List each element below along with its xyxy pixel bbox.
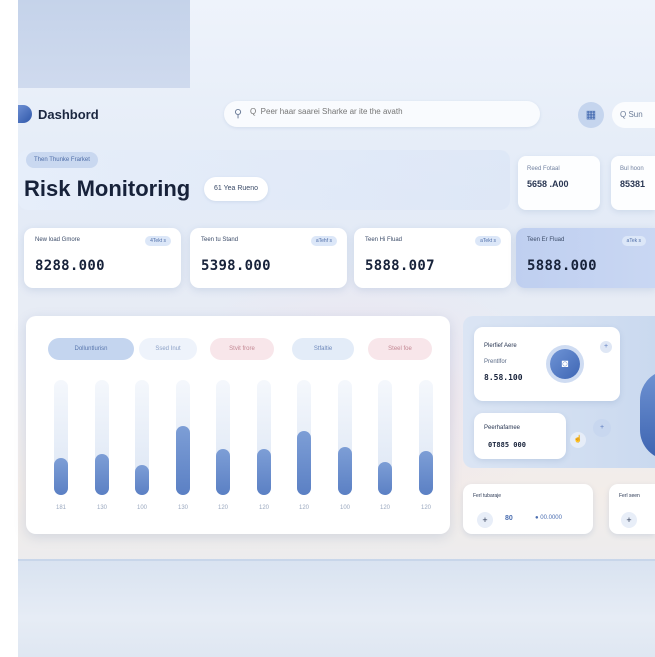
stat-value: 8288.000: [35, 258, 105, 274]
bar[interactable]: [378, 462, 392, 495]
chart-filter-tab[interactable]: Stvit frore: [210, 338, 274, 360]
stat-value: 5888.007: [365, 258, 435, 274]
card-title: Peerhafamee: [484, 425, 521, 431]
search-bar[interactable]: ⚲: [224, 101, 540, 127]
stat-label: Teen Hi Fluad: [365, 237, 403, 243]
search-input[interactable]: [250, 107, 530, 116]
mini-card-value: 5658 .A00: [527, 179, 569, 189]
card-value: 0T885 000: [488, 441, 526, 449]
add-icon[interactable]: +: [593, 419, 611, 437]
bottom-band: [18, 560, 655, 657]
x-tick-label: 120: [298, 505, 309, 511]
bar[interactable]: [419, 451, 433, 495]
brand-name: Dashbord: [38, 107, 99, 122]
stat-badge: aTekt s: [475, 236, 501, 246]
bottom-divider: [18, 559, 655, 561]
bar[interactable]: [176, 426, 190, 495]
stat-value: 5398.000: [201, 258, 271, 274]
camera-icon[interactable]: ◙: [550, 349, 580, 379]
risk-summary-card[interactable]: Plerfief Aere Prentlfor 8.58.100 ◙ +: [474, 327, 620, 401]
chart-filter-tab[interactable]: Steel foe: [368, 338, 432, 360]
stat-label: Teen Er Fluad: [527, 237, 565, 243]
stat-label: New load Gmore: [35, 237, 81, 243]
bar[interactable]: [135, 465, 149, 495]
x-tick-label: 181: [55, 505, 66, 511]
search-icon: ⚲: [234, 108, 243, 120]
stat-card[interactable]: New load Gmore 4Tekt s 8288.000: [24, 228, 181, 288]
bar[interactable]: [95, 454, 109, 495]
bar[interactable]: [216, 449, 230, 495]
stat-value: 5888.000: [527, 258, 597, 274]
mini-card-label: Reed Fotaal: [527, 166, 560, 172]
chart-filter-tab-active[interactable]: Dolluntlurisn: [48, 338, 134, 360]
x-tick-label: 100: [339, 505, 350, 511]
plus-icon[interactable]: +: [621, 512, 637, 528]
plus-icon[interactable]: +: [477, 512, 493, 528]
x-tick-label: 100: [136, 505, 147, 511]
x-tick-label: 130: [177, 505, 188, 511]
header-bar: Dashbord ⚲ ▦ Q Sun: [18, 96, 655, 134]
top-tab-shape: [18, 0, 190, 88]
bottom-card-value: 80: [505, 515, 513, 522]
mini-card-value: 85381: [620, 179, 646, 189]
bottom-card-title: Ferl seen: [619, 493, 640, 499]
stat-badge: aTek s: [621, 236, 646, 246]
card-value: 8.58.100: [484, 373, 523, 382]
bottom-card-value-secondary: ● 00.0000: [535, 515, 562, 521]
stat-card[interactable]: Teen Hi Fluad aTekt s 5888.007: [354, 228, 511, 288]
calendar-icon[interactable]: ▦: [578, 102, 604, 128]
hand-icon[interactable]: ☝: [570, 432, 586, 448]
breadcrumb-chip[interactable]: Then Thunke Frarket: [26, 152, 98, 168]
logo-icon: [18, 105, 32, 123]
x-tick-label: 120: [217, 505, 228, 511]
bar[interactable]: [297, 431, 311, 495]
card-title: Plerfief Aere: [484, 343, 517, 349]
mini-card-1[interactable]: Reed Fotaal 5658 .A00: [518, 156, 600, 210]
stat-card[interactable]: Teen tu Stand aTehf s 5398.000: [190, 228, 347, 288]
title-filter-chip[interactable]: 61 Yea Rueno: [204, 177, 268, 201]
x-tick-label: 120: [379, 505, 390, 511]
metric-card[interactable]: Peerhafamee 0T885 000: [474, 413, 566, 459]
card-subtitle: Prentlfor: [484, 359, 507, 365]
x-tick-label: 120: [420, 505, 431, 511]
stat-badge: 4Tekt s: [145, 236, 171, 246]
x-tick-label: 130: [96, 505, 107, 511]
secondary-search[interactable]: Q Sun: [612, 102, 655, 128]
stat-badge: aTehf s: [310, 236, 337, 246]
bar[interactable]: [257, 449, 271, 495]
bar[interactable]: [338, 447, 352, 495]
page-title: Risk Monitoring: [24, 176, 191, 201]
more-icon[interactable]: +: [600, 341, 612, 353]
chart-filter-tab[interactable]: Ssed Inut: [139, 338, 197, 360]
stat-card-highlighted[interactable]: Teen Er Fluad aTek s 5888.000: [516, 228, 655, 288]
bar[interactable]: [54, 458, 68, 495]
chart-filter-tab[interactable]: Stfaltie: [292, 338, 354, 360]
mini-card-2[interactable]: Bul hoon 85381: [611, 156, 655, 210]
x-tick-label: 120: [258, 505, 269, 511]
mini-card-label: Bul hoon: [620, 166, 644, 172]
bottom-card[interactable]: Ferl tubaraje + 80 ● 00.0000: [463, 484, 593, 534]
bottom-card[interactable]: Ferl seen +: [609, 484, 655, 534]
stat-label: Teen tu Stand: [201, 237, 239, 243]
bottom-card-title: Ferl tubaraje: [473, 493, 502, 499]
